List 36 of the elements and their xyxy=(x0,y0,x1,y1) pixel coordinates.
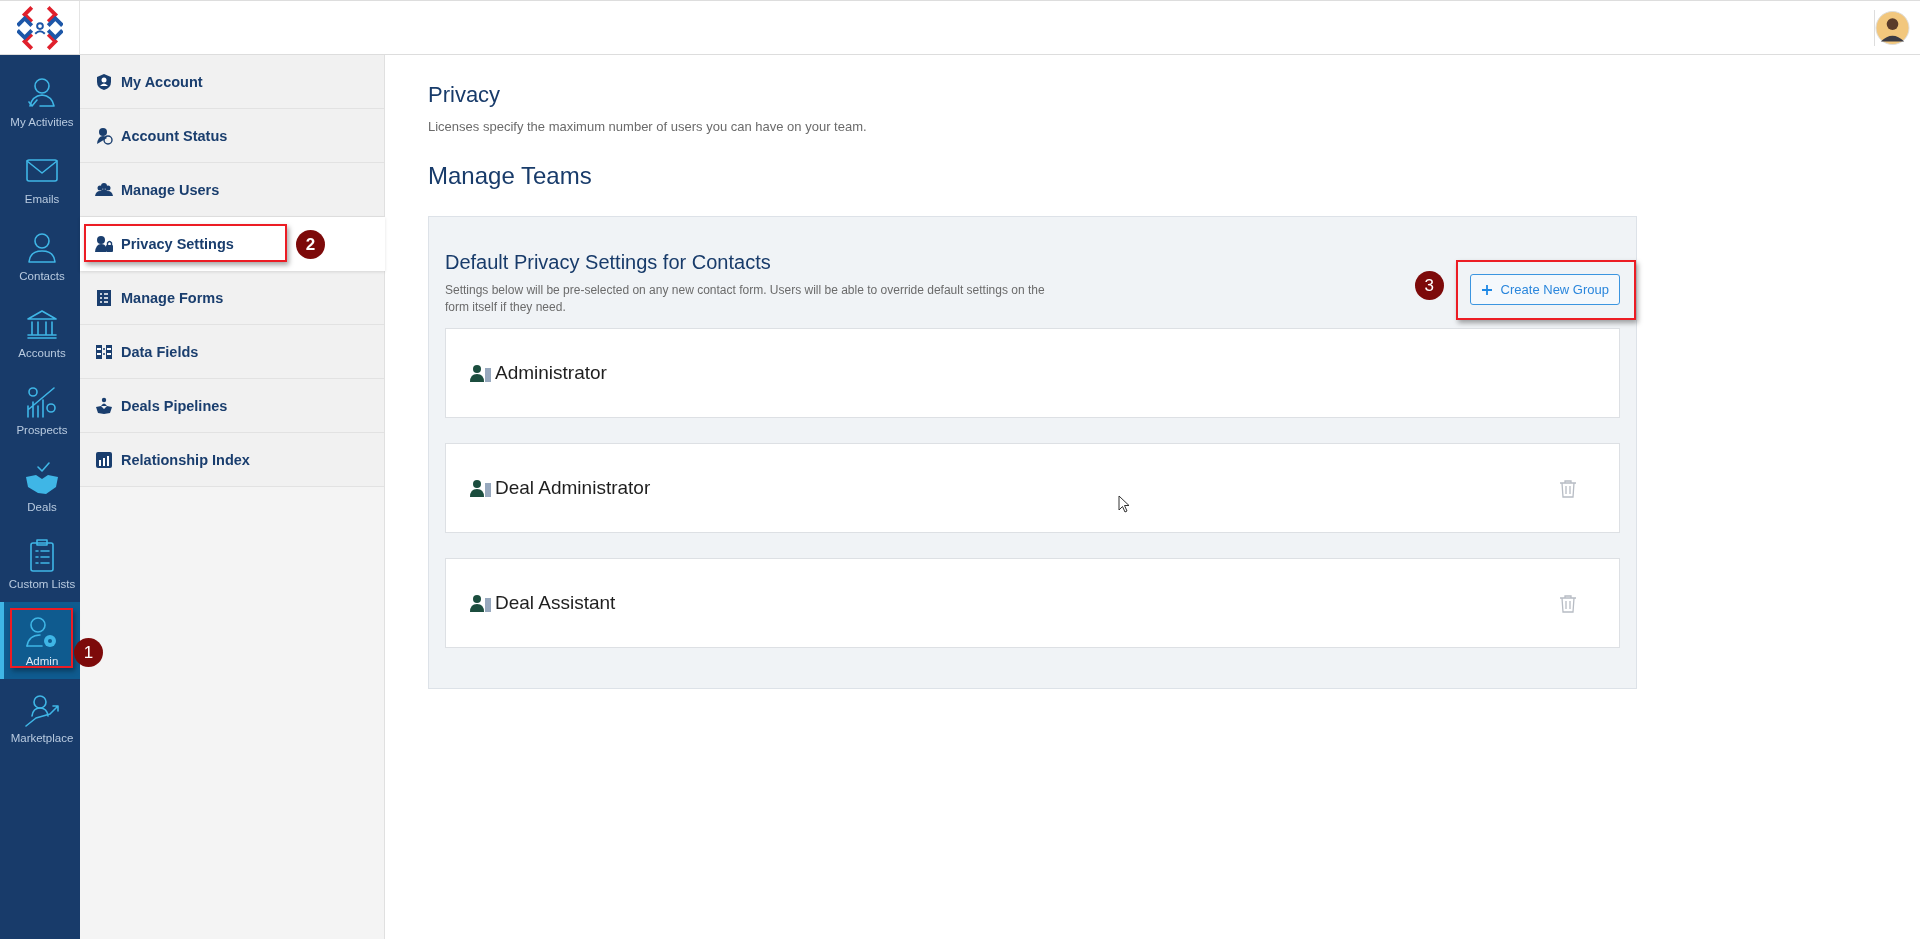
user-role-icon xyxy=(470,364,491,382)
cursor-icon xyxy=(1118,495,1130,513)
panel-description: Settings below will be pre-selected on any new contact form. Users will be able to override default settings on the form itself if they need. xyxy=(445,282,1045,316)
rail-item[interactable]: Emails xyxy=(0,140,80,217)
avatar[interactable] xyxy=(1874,9,1910,46)
group-name: Deal Assistant xyxy=(495,592,616,614)
step-badge: 3 xyxy=(1414,271,1444,300)
plus-icon xyxy=(1480,283,1493,296)
bar-chart-icon xyxy=(95,450,113,469)
form-icon xyxy=(95,288,113,307)
rail-item[interactable]: Contacts xyxy=(0,217,80,294)
menu-item[interactable]: Privacy Settings 2 xyxy=(80,217,385,271)
rail-item[interactable]: Accounts xyxy=(0,294,80,371)
user-role-icon xyxy=(470,479,491,497)
shield-user-icon xyxy=(95,72,113,91)
user-lock-icon xyxy=(95,234,113,253)
rail-item[interactable]: Custom Lists xyxy=(0,525,80,602)
rail-item[interactable]: Admin xyxy=(0,602,80,679)
rail-item[interactable]: Deals xyxy=(0,448,80,525)
highlight-frame xyxy=(10,608,73,668)
create-group-button[interactable]: Create New Group xyxy=(1469,274,1620,305)
data-columns-icon xyxy=(95,342,113,361)
panel-title: Default Privacy Settings for Contacts xyxy=(445,251,772,274)
logo-icon xyxy=(16,4,63,51)
group-name: Administrator xyxy=(495,362,607,384)
user-role-icon xyxy=(470,594,491,612)
rail-item[interactable]: Marketplace xyxy=(0,679,80,756)
rail-item[interactable]: My Activities xyxy=(0,63,80,140)
step-badge: 2 xyxy=(296,230,325,259)
trash-icon xyxy=(1559,593,1577,613)
page-subtitle: Licenses specify the maximum number of users you can have on your team. xyxy=(428,119,868,134)
group-name: Deal Administrator xyxy=(495,477,651,499)
rail-item[interactable]: Prospects xyxy=(0,371,80,448)
trash-icon xyxy=(1559,478,1577,498)
page-title: Privacy xyxy=(428,81,502,109)
section-title: Manage Teams xyxy=(428,162,593,190)
